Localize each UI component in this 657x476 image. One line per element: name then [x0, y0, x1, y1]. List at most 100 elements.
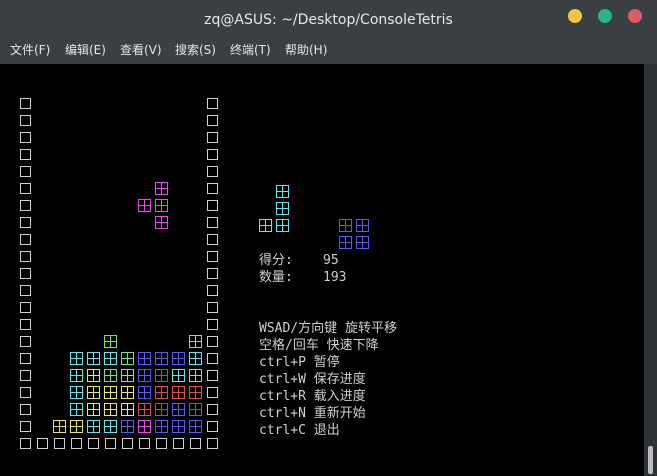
stack-block — [121, 352, 134, 365]
window-title: zq@ASUS: ~/Desktop/ConsoleTetris — [204, 12, 453, 28]
scrollbar-thumb[interactable] — [648, 446, 653, 474]
wall-cell — [20, 132, 31, 143]
stack-block — [138, 420, 151, 433]
stack-block — [189, 386, 202, 399]
stack-block — [121, 420, 134, 433]
falling-block — [155, 216, 168, 229]
floor-cell — [173, 438, 184, 449]
close-button[interactable] — [628, 9, 642, 23]
wall-cell — [207, 336, 218, 347]
wall-cell — [20, 370, 31, 381]
terminal-scrollbar[interactable] — [644, 64, 657, 476]
stack-block — [138, 369, 151, 382]
wall-cell — [207, 421, 218, 432]
stack-block — [121, 386, 134, 399]
floor-cell — [88, 438, 99, 449]
next-piece-l-block — [276, 219, 289, 232]
wall-cell — [20, 404, 31, 415]
next-piece-l-block — [259, 219, 272, 232]
wall-cell — [207, 268, 218, 279]
wall-cell — [207, 98, 218, 109]
wall-cell — [20, 183, 31, 194]
menu-view[interactable]: 查看(V) — [120, 38, 162, 64]
stack-block — [104, 403, 117, 416]
stack-block — [189, 369, 202, 382]
floor-cell — [105, 438, 116, 449]
next-piece-o-block — [356, 219, 369, 232]
wall-cell — [207, 370, 218, 381]
wall-cell — [20, 302, 31, 313]
falling-block — [138, 199, 151, 212]
help-line-pause: ctrl+P 暂停 — [259, 355, 340, 370]
stack-block — [172, 352, 185, 365]
wall-cell — [207, 132, 218, 143]
wall-cell — [207, 353, 218, 364]
stack-block — [155, 352, 168, 365]
next-piece-o-block — [339, 219, 352, 232]
count-value: 193 — [323, 270, 347, 285]
next-piece-l-block — [276, 202, 289, 215]
stack-block — [53, 420, 66, 433]
stack-block — [155, 386, 168, 399]
score-label: 得分: — [259, 253, 293, 268]
next-piece-l-block — [276, 185, 289, 198]
score-value: 95 — [323, 253, 339, 268]
menu-bar: 文件(F) 编辑(E) 查看(V) 搜索(S) 终端(T) 帮助(H) — [0, 38, 657, 64]
falling-block — [155, 199, 168, 212]
falling-block — [155, 182, 168, 195]
wall-cell — [207, 251, 218, 262]
stack-block — [189, 335, 202, 348]
maximize-button[interactable] — [598, 9, 612, 23]
stack-block — [70, 369, 83, 382]
stack-block — [87, 420, 100, 433]
stack-block — [121, 369, 134, 382]
wall-cell — [207, 387, 218, 398]
wall-cell — [20, 353, 31, 364]
floor-cell — [37, 438, 48, 449]
stack-block — [70, 386, 83, 399]
wall-cell — [20, 98, 31, 109]
wall-cell — [20, 149, 31, 160]
floor-cell — [122, 438, 133, 449]
floor-cell — [20, 438, 31, 449]
menu-help[interactable]: 帮助(H) — [285, 38, 327, 64]
wall-cell — [207, 319, 218, 330]
help-line-quit: ctrl+C 退出 — [259, 423, 340, 438]
wall-cell — [20, 319, 31, 330]
menu-terminal[interactable]: 终端(T) — [230, 38, 271, 64]
stack-block — [70, 352, 83, 365]
stack-block — [138, 403, 151, 416]
help-line-restart: ctrl+N 重新开始 — [259, 406, 366, 421]
wall-cell — [207, 404, 218, 415]
wall-cell — [20, 285, 31, 296]
wall-cell — [207, 183, 218, 194]
next-piece-o-block — [339, 236, 352, 249]
minimize-button[interactable] — [568, 9, 582, 23]
help-line-move: WSAD/方向键 旋转平移 — [259, 321, 397, 336]
wall-cell — [207, 115, 218, 126]
menu-file[interactable]: 文件(F) — [10, 38, 50, 64]
wall-cell — [20, 200, 31, 211]
stack-block — [172, 386, 185, 399]
wall-cell — [207, 234, 218, 245]
title-bar[interactable]: zq@ASUS: ~/Desktop/ConsoleTetris — [0, 0, 657, 38]
floor-cell — [207, 438, 218, 449]
stack-block — [155, 420, 168, 433]
stack-block — [138, 386, 151, 399]
stack-block — [87, 386, 100, 399]
wall-cell — [207, 200, 218, 211]
stack-block — [104, 369, 117, 382]
stack-block — [104, 352, 117, 365]
wall-cell — [207, 285, 218, 296]
wall-cell — [207, 149, 218, 160]
menu-search[interactable]: 搜索(S) — [175, 38, 216, 64]
floor-cell — [54, 438, 65, 449]
menu-edit[interactable]: 编辑(E) — [65, 38, 106, 64]
terminal-output[interactable]: 得分: 95 数量: 193 WSAD/方向键 旋转平移 空格/回车 快速下降 … — [0, 64, 644, 476]
stack-block — [70, 420, 83, 433]
wall-cell — [207, 166, 218, 177]
wall-cell — [20, 421, 31, 432]
count-label: 数量: — [259, 270, 293, 285]
floor-cell — [139, 438, 150, 449]
floor-cell — [156, 438, 167, 449]
